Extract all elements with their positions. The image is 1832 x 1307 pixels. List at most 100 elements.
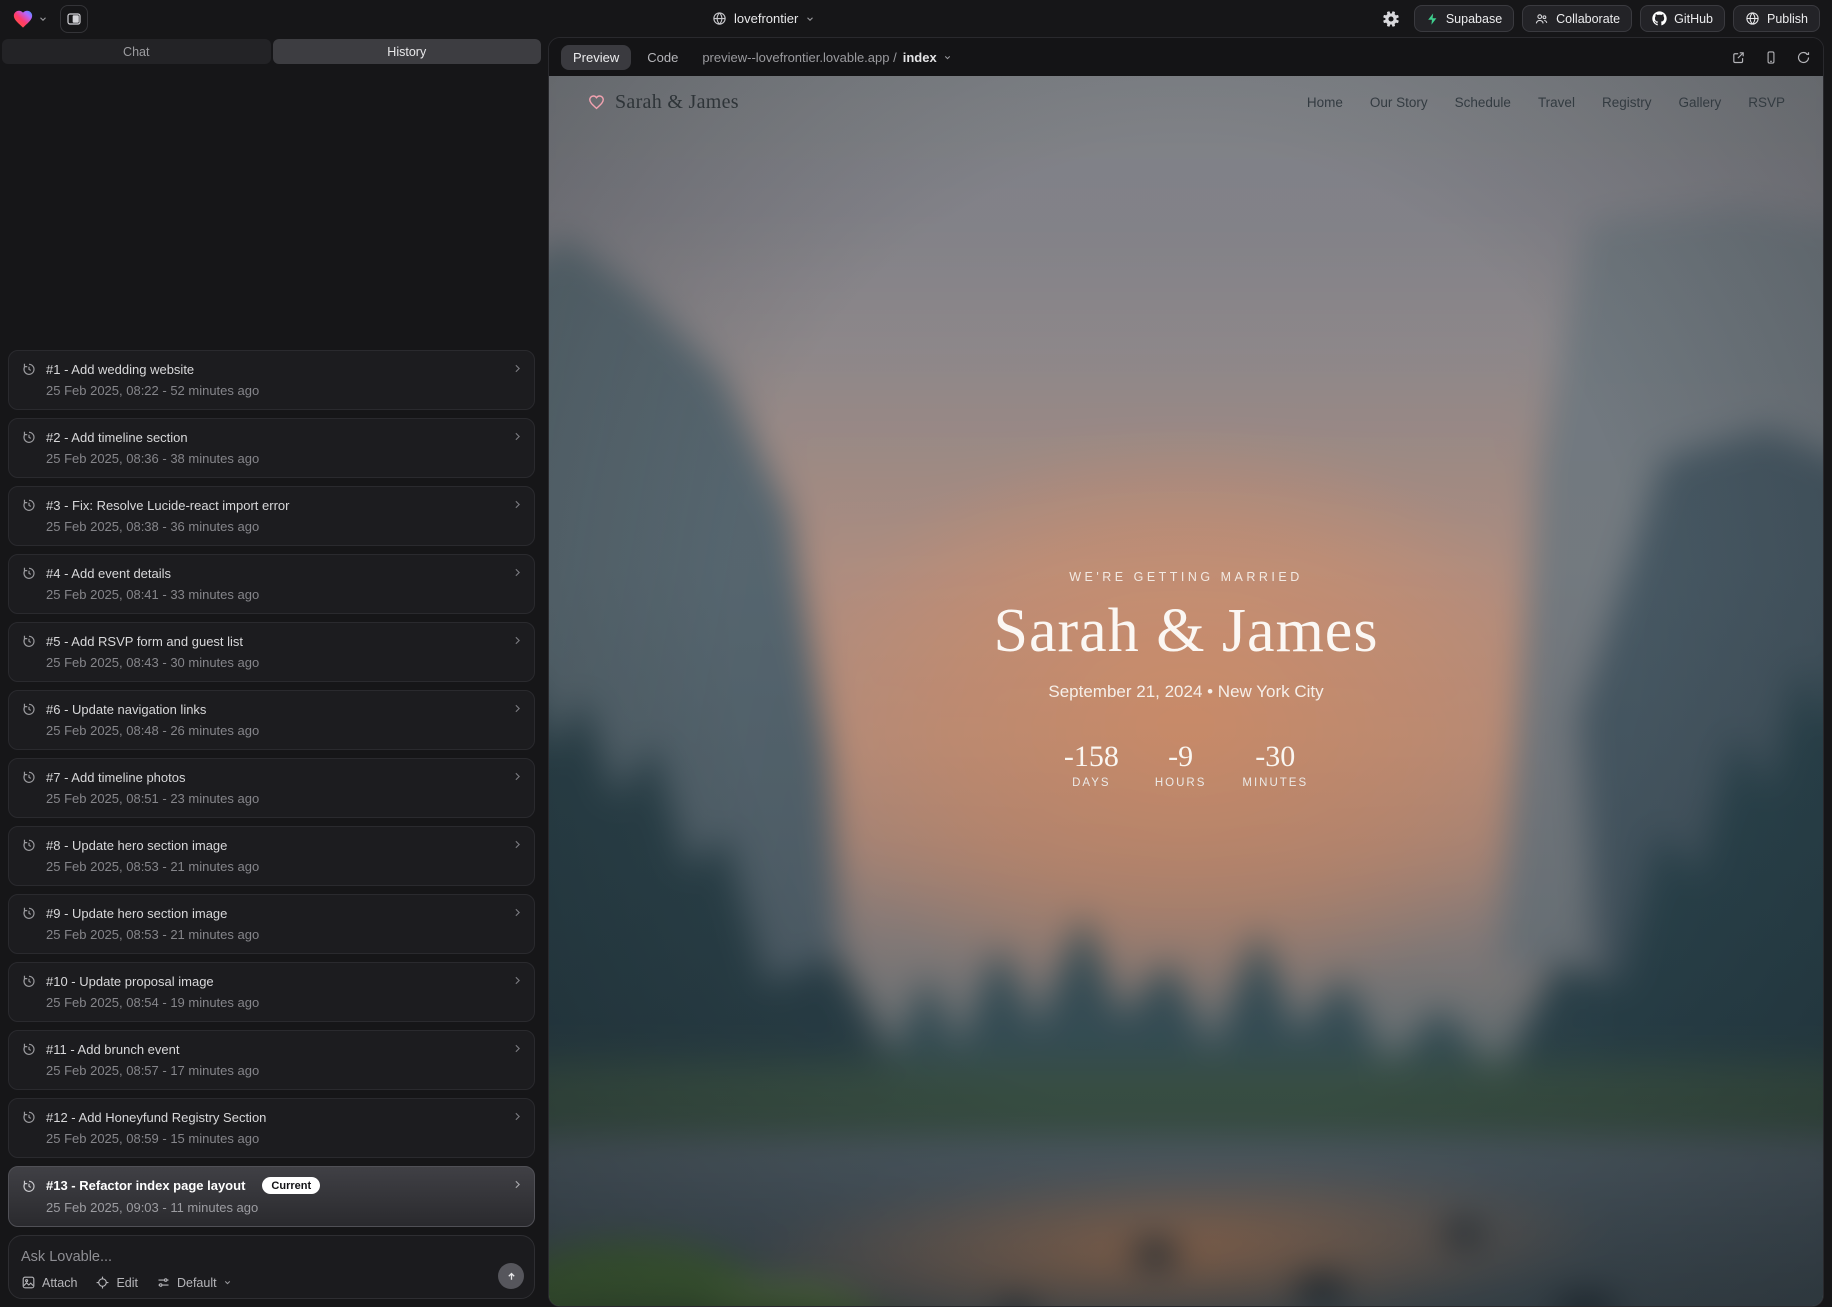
nav-rsvp[interactable]: RSVP [1748,95,1785,110]
supabase-button[interactable]: Supabase [1414,5,1514,32]
chevron-right-icon [511,1110,524,1123]
hero-section: WE'RE GETTING MARRIED Sarah & James Sept… [736,570,1636,789]
project-name: lovefrontier [734,11,798,26]
chevron-right-icon [511,974,524,987]
settings-button[interactable] [1376,5,1406,33]
nav-travel[interactable]: Travel [1538,95,1575,110]
url-breadcrumb[interactable]: preview--lovefrontier.lovable.app / inde… [702,50,951,65]
tab-history[interactable]: History [273,39,542,64]
chevron-right-icon [511,1178,524,1191]
mobile-icon [1764,50,1778,65]
mode-select[interactable]: Default [156,1275,232,1290]
sidebar-tabs: Chat History [2,39,541,64]
open-external-button[interactable] [1731,50,1746,65]
chevron-right-icon [511,1042,524,1055]
hero-subtitle: September 21, 2024 • New York City [736,682,1636,702]
edit-crosshair-icon [95,1275,110,1290]
heart-outline-icon [587,93,606,111]
attach-button[interactable]: Attach [21,1275,77,1290]
current-badge: Current [262,1177,320,1194]
history-icon [21,633,37,649]
countdown-hours: -9 HOURS [1155,740,1207,789]
url-page: index [903,50,937,65]
countdown-days: -158 DAYS [1064,740,1119,789]
history-item-2[interactable]: #2 - Add timeline section 25 Feb 2025, 0… [8,418,535,478]
collaborate-button[interactable]: Collaborate [1522,5,1632,32]
tab-chat[interactable]: Chat [2,39,271,64]
ask-lovable-input[interactable] [21,1249,422,1265]
countdown: -158 DAYS -9 HOURS -30 MINUTES [736,740,1636,789]
url-host: preview--lovefrontier.lovable.app / [702,50,896,65]
history-item-9[interactable]: #9 - Update hero section image 25 Feb 20… [8,894,535,954]
chevron-down-icon [943,53,952,62]
chevron-down-icon [805,14,815,24]
history-item-10[interactable]: #10 - Update proposal image 25 Feb 2025,… [8,962,535,1022]
history-item-3[interactable]: #3 - Fix: Resolve Lucide-react import er… [8,486,535,546]
history-icon [21,361,37,377]
history-list: #1 - Add wedding website 25 Feb 2025, 08… [0,64,543,1235]
history-item-5[interactable]: #5 - Add RSVP form and guest list 25 Feb… [8,622,535,682]
tab-preview[interactable]: Preview [561,45,631,70]
tab-code[interactable]: Code [641,50,684,65]
preview-toolbar: Preview Code preview--lovefrontier.lovab… [549,38,1823,76]
history-icon [21,565,37,581]
mobile-view-button[interactable] [1764,50,1778,65]
collaborate-users-icon [1534,12,1549,26]
history-item-7[interactable]: #7 - Add timeline photos 25 Feb 2025, 08… [8,758,535,818]
history-item-13-current[interactable]: #13 - Refactor index page layout Current… [8,1166,535,1227]
panel-toggle-icon [66,11,82,27]
history-icon [21,905,37,921]
history-item-8[interactable]: #8 - Update hero section image 25 Feb 20… [8,826,535,886]
chevron-right-icon [511,838,524,851]
history-icon [21,429,37,445]
lovable-logo-icon [12,8,34,30]
chevron-right-icon [511,770,524,783]
hero-eyebrow: WE'RE GETTING MARRIED [736,570,1636,584]
history-icon [21,837,37,853]
history-item-12[interactable]: #12 - Add Honeyfund Registry Section 25 … [8,1098,535,1158]
history-icon [21,1109,37,1125]
site-nav: Home Our Story Schedule Travel Registry … [1307,95,1785,110]
lovable-logo-button[interactable] [12,8,48,30]
chevron-right-icon [511,430,524,443]
chevron-right-icon [511,634,524,647]
history-item-11[interactable]: #11 - Add brunch event 25 Feb 2025, 08:5… [8,1030,535,1090]
history-icon [21,1041,37,1057]
countdown-minutes: -30 MINUTES [1242,740,1308,789]
publish-globe-icon [1745,11,1760,26]
history-icon [21,497,37,513]
nav-registry[interactable]: Registry [1602,95,1652,110]
history-item-1[interactable]: #1 - Add wedding website 25 Feb 2025, 08… [8,350,535,410]
refresh-icon [1796,50,1811,65]
send-arrow-icon [505,1270,518,1283]
sidebar-toggle-button[interactable] [60,5,88,33]
project-switcher[interactable]: lovefrontier [712,0,815,37]
globe-icon [712,11,727,26]
composer: Attach Edit Defaul [8,1235,535,1299]
history-icon [21,1178,37,1194]
hero-title: Sarah & James [736,596,1636,667]
site-logo[interactable]: Sarah & James [587,91,739,114]
history-item-6[interactable]: #6 - Update navigation links 25 Feb 2025… [8,690,535,750]
nav-gallery[interactable]: Gallery [1678,95,1721,110]
nav-home[interactable]: Home [1307,95,1343,110]
publish-button[interactable]: Publish [1733,5,1820,32]
github-button[interactable]: GitHub [1640,5,1725,32]
preview-panel: Preview Code preview--lovefrontier.lovab… [548,37,1824,1307]
history-icon [21,769,37,785]
chevron-right-icon [511,362,524,375]
send-button[interactable] [498,1263,524,1289]
history-item-4[interactable]: #4 - Add event details 25 Feb 2025, 08:4… [8,554,535,614]
sliders-icon [156,1275,171,1290]
attach-image-icon [21,1275,36,1290]
site-preview: Sarah & James Home Our Story Schedule Tr… [549,76,1823,1306]
github-icon [1652,11,1667,26]
nav-our-story[interactable]: Our Story [1370,95,1428,110]
refresh-button[interactable] [1796,50,1811,65]
chat-sidebar: Chat History #1 - Add wedding website 25… [0,37,543,1307]
chevron-down-icon [38,14,48,24]
edit-button[interactable]: Edit [95,1275,138,1290]
nav-schedule[interactable]: Schedule [1455,95,1511,110]
site-header: Sarah & James Home Our Story Schedule Tr… [549,76,1823,128]
chevron-right-icon [511,566,524,579]
